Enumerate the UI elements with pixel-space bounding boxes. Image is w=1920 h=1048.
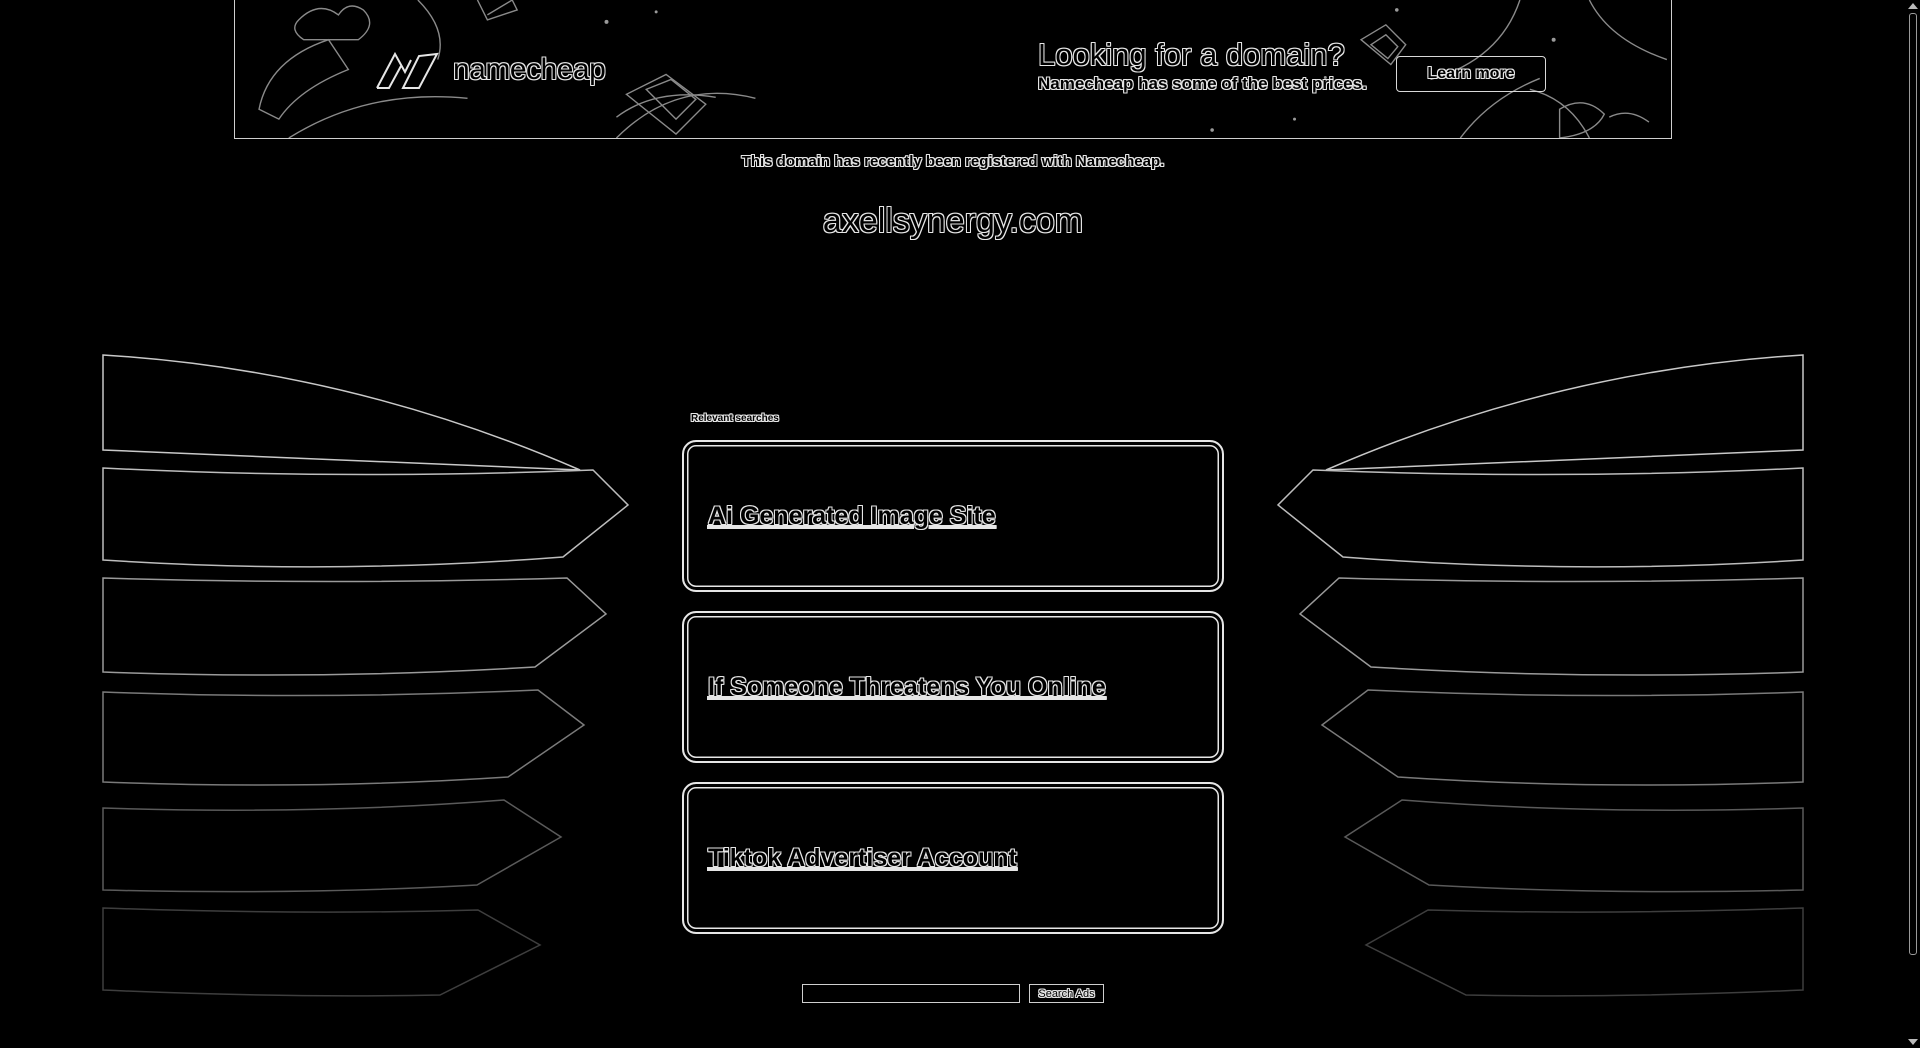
related-link-label[interactable]: Ai Generated Image Site: [708, 502, 996, 531]
namecheap-brand[interactable]: namecheap: [371, 48, 606, 92]
related-searches-label: Relevant searches: [691, 413, 779, 424]
related-link-3[interactable]: Tiktok Advertiser Account: [682, 782, 1224, 934]
learn-more-label: Learn more: [1427, 65, 1515, 82]
search-input[interactable]: [802, 984, 1020, 1003]
related-link-1[interactable]: Ai Generated Image Site: [682, 440, 1224, 592]
search-ads-label: Search Ads: [1038, 987, 1095, 1000]
related-link-2[interactable]: If Someone Threatens You Online: [682, 611, 1224, 763]
related-link-label[interactable]: If Someone Threatens You Online: [708, 673, 1106, 702]
promo-banner[interactable]: namecheap Looking for a domain? Namechea…: [234, 0, 1672, 139]
namecheap-logo-icon: [371, 48, 443, 92]
search-ads-button[interactable]: Search Ads: [1029, 984, 1104, 1003]
promo-subtitle: Namecheap has some of the best prices.: [1038, 74, 1367, 93]
scroll-thumb[interactable]: [1909, 13, 1917, 955]
domain-name: axellsynergy.com: [822, 202, 1084, 240]
registration-notice: This domain has recently been registered…: [741, 153, 1165, 170]
brand-name: namecheap: [453, 53, 606, 86]
scroll-down-icon[interactable]: [1908, 1039, 1918, 1045]
promo-text: Looking for a domain? Namecheap has some…: [1038, 36, 1367, 94]
page-scrollbar[interactable]: [1906, 0, 1920, 1048]
parked-domain-page: namecheap Looking for a domain? Namechea…: [0, 0, 1920, 1048]
related-link-label[interactable]: Tiktok Advertiser Account: [708, 844, 1017, 873]
promo-title: Looking for a domain?: [1038, 37, 1345, 72]
learn-more-button[interactable]: Learn more: [1396, 56, 1546, 92]
scroll-up-icon[interactable]: [1908, 3, 1918, 9]
